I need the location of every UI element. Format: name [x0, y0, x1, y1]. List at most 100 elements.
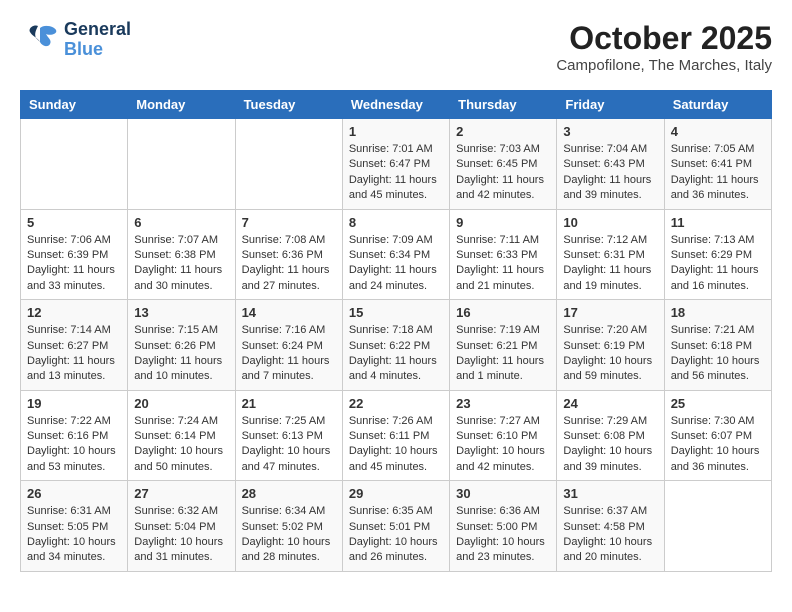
calendar-week-5: 26 Sunrise: 6:31 AM Sunset: 5:05 PM Dayli… — [21, 481, 772, 572]
day-number: 20 — [134, 396, 228, 411]
day-info: Sunrise: 6:36 AM Sunset: 5:00 PM Dayligh… — [456, 504, 550, 566]
day-info: Sunrise: 7:11 AM Sunset: 6:33 PM Dayligh… — [456, 233, 550, 295]
day-info: Sunrise: 7:01 AM Sunset: 6:47 PM Dayligh… — [349, 142, 443, 204]
day-info: Sunrise: 7:04 AM Sunset: 6:43 PM Dayligh… — [563, 142, 657, 204]
day-info: Sunrise: 7:14 AM Sunset: 6:27 PM Dayligh… — [27, 323, 121, 385]
weekday-header-row: SundayMondayTuesdayWednesdayThursdayFrid… — [21, 91, 772, 119]
calendar-cell: 19 Sunrise: 7:22 AM Sunset: 6:16 PM Dayli… — [21, 390, 128, 481]
calendar-cell: 14 Sunrise: 7:16 AM Sunset: 6:24 PM Dayli… — [235, 300, 342, 391]
calendar-cell: 21 Sunrise: 7:25 AM Sunset: 6:13 PM Dayli… — [235, 390, 342, 481]
day-number: 28 — [242, 486, 336, 501]
day-number: 12 — [27, 305, 121, 320]
day-number: 30 — [456, 486, 550, 501]
weekday-header-monday: Monday — [128, 91, 235, 119]
day-number: 8 — [349, 215, 443, 230]
logo: General Blue — [20, 20, 131, 60]
calendar-cell: 13Sunrise: 7:15 AM Sunset: 6:26 PM Dayli… — [128, 300, 235, 391]
day-info: Sunrise: 7:16 AM Sunset: 6:24 PM Dayligh… — [242, 323, 336, 385]
calendar-cell: 11 Sunrise: 7:13 AM Sunset: 6:29 PM Dayli… — [664, 209, 771, 300]
day-info: Sunrise: 7:30 AM Sunset: 6:07 PM Dayligh… — [671, 414, 765, 476]
day-number: 16 — [456, 305, 550, 320]
day-number: 25 — [671, 396, 765, 411]
day-number: 29 — [349, 486, 443, 501]
day-info: Sunrise: 7:26 AM Sunset: 6:11 PM Dayligh… — [349, 414, 443, 476]
weekday-header-thursday: Thursday — [450, 91, 557, 119]
day-number: 21 — [242, 396, 336, 411]
calendar-cell — [128, 119, 235, 210]
page-header: General Blue October 2025 Campofilone, T… — [20, 20, 772, 74]
day-number: 17 — [563, 305, 657, 320]
day-number: 4 — [671, 124, 765, 139]
day-number: 19 — [27, 396, 121, 411]
calendar-cell: 25 Sunrise: 7:30 AM Sunset: 6:07 PM Dayli… — [664, 390, 771, 481]
day-info: Sunrise: 7:12 AM Sunset: 6:31 PM Dayligh… — [563, 233, 657, 295]
calendar-week-4: 19 Sunrise: 7:22 AM Sunset: 6:16 PM Dayli… — [21, 390, 772, 481]
calendar-table: SundayMondayTuesdayWednesdayThursdayFrid… — [20, 90, 772, 572]
day-number: 1 — [349, 124, 443, 139]
calendar-cell: 31 Sunrise: 6:37 AM Sunset: 4:58 PM Dayli… — [557, 481, 664, 572]
day-number: 18 — [671, 305, 765, 320]
day-info: Sunrise: 7:08 AM Sunset: 6:36 PM Dayligh… — [242, 233, 336, 295]
calendar-cell: 30 Sunrise: 6:36 AM Sunset: 5:00 PM Dayli… — [450, 481, 557, 572]
day-number: 10 — [563, 215, 657, 230]
day-info: Sunrise: 7:07 AM Sunset: 6:38 PM Dayligh… — [134, 233, 228, 295]
day-info: Sunrise: 7:05 AM Sunset: 6:41 PM Dayligh… — [671, 142, 765, 204]
day-info: Sunrise: 7:25 AM Sunset: 6:13 PM Dayligh… — [242, 414, 336, 476]
calendar-cell: 16 Sunrise: 7:19 AM Sunset: 6:21 PM Dayli… — [450, 300, 557, 391]
day-number: 23 — [456, 396, 550, 411]
day-info: Sunrise: 6:32 AM Sunset: 5:04 PM Dayligh… — [134, 504, 228, 566]
day-number: 27 — [134, 486, 228, 501]
logo-icon — [20, 20, 60, 60]
calendar-cell — [235, 119, 342, 210]
day-info: Sunrise: 7:24 AM Sunset: 6:14 PM Dayligh… — [134, 414, 228, 476]
day-info: Sunrise: 6:31 AM Sunset: 5:05 PM Dayligh… — [27, 504, 121, 566]
day-info: Sunrise: 7:27 AM Sunset: 6:10 PM Dayligh… — [456, 414, 550, 476]
day-number: 2 — [456, 124, 550, 139]
calendar-cell: 15 Sunrise: 7:18 AM Sunset: 6:22 PM Dayli… — [342, 300, 449, 391]
calendar-cell: 20 Sunrise: 7:24 AM Sunset: 6:14 PM Dayli… — [128, 390, 235, 481]
calendar-cell: 1 Sunrise: 7:01 AM Sunset: 6:47 PM Daylig… — [342, 119, 449, 210]
day-number: 5 — [27, 215, 121, 230]
day-info: Sunrise: 7:03 AM Sunset: 6:45 PM Dayligh… — [456, 142, 550, 204]
day-info: Sunrise: 7:20 AM Sunset: 6:19 PM Dayligh… — [563, 323, 657, 385]
day-number: 26 — [27, 486, 121, 501]
day-info: Sunrise: 6:34 AM Sunset: 5:02 PM Dayligh… — [242, 504, 336, 566]
calendar-cell — [664, 481, 771, 572]
title-block: October 2025 Campofilone, The Marches, I… — [556, 20, 772, 74]
calendar-cell: 27 Sunrise: 6:32 AM Sunset: 5:04 PM Dayli… — [128, 481, 235, 572]
day-number: 31 — [563, 486, 657, 501]
calendar-cell — [21, 119, 128, 210]
weekday-header-friday: Friday — [557, 91, 664, 119]
calendar-week-3: 12 Sunrise: 7:14 AM Sunset: 6:27 PM Dayli… — [21, 300, 772, 391]
calendar-cell: 6 Sunrise: 7:07 AM Sunset: 6:38 PM Daylig… — [128, 209, 235, 300]
day-info: Sunrise: 7:22 AM Sunset: 6:16 PM Dayligh… — [27, 414, 121, 476]
calendar-cell: 5 Sunrise: 7:06 AM Sunset: 6:39 PM Daylig… — [21, 209, 128, 300]
calendar-week-2: 5 Sunrise: 7:06 AM Sunset: 6:39 PM Daylig… — [21, 209, 772, 300]
day-info: Sunrise: 7:18 AM Sunset: 6:22 PM Dayligh… — [349, 323, 443, 385]
logo-general: General — [64, 20, 131, 40]
calendar-cell: 12 Sunrise: 7:14 AM Sunset: 6:27 PM Dayli… — [21, 300, 128, 391]
location-subtitle: Campofilone, The Marches, Italy — [556, 57, 772, 74]
calendar-week-1: 1 Sunrise: 7:01 AM Sunset: 6:47 PM Daylig… — [21, 119, 772, 210]
day-info: Sunrise: 6:37 AM Sunset: 4:58 PM Dayligh… — [563, 504, 657, 566]
calendar-cell: 24Sunrise: 7:29 AM Sunset: 6:08 PM Dayli… — [557, 390, 664, 481]
day-info: Sunrise: 7:15 AM Sunset: 6:26 PM Dayligh… — [134, 323, 228, 385]
day-info: Sunrise: 7:06 AM Sunset: 6:39 PM Dayligh… — [27, 233, 121, 295]
weekday-header-sunday: Sunday — [21, 91, 128, 119]
logo-text: General Blue — [64, 20, 131, 60]
calendar-cell: 18 Sunrise: 7:21 AM Sunset: 6:18 PM Dayli… — [664, 300, 771, 391]
calendar-cell: 9 Sunrise: 7:11 AM Sunset: 6:33 PM Daylig… — [450, 209, 557, 300]
day-number: 6 — [134, 215, 228, 230]
day-info: Sunrise: 7:13 AM Sunset: 6:29 PM Dayligh… — [671, 233, 765, 295]
calendar-cell: 8 Sunrise: 7:09 AM Sunset: 6:34 PM Daylig… — [342, 209, 449, 300]
day-number: 15 — [349, 305, 443, 320]
calendar-cell: 3Sunrise: 7:04 AM Sunset: 6:43 PM Daylig… — [557, 119, 664, 210]
day-info: Sunrise: 7:19 AM Sunset: 6:21 PM Dayligh… — [456, 323, 550, 385]
calendar-cell: 2 Sunrise: 7:03 AM Sunset: 6:45 PM Daylig… — [450, 119, 557, 210]
day-number: 9 — [456, 215, 550, 230]
calendar-cell: 28 Sunrise: 6:34 AM Sunset: 5:02 PM Dayli… — [235, 481, 342, 572]
day-number: 11 — [671, 215, 765, 230]
day-number: 14 — [242, 305, 336, 320]
day-info: Sunrise: 7:09 AM Sunset: 6:34 PM Dayligh… — [349, 233, 443, 295]
day-info: Sunrise: 7:21 AM Sunset: 6:18 PM Dayligh… — [671, 323, 765, 385]
